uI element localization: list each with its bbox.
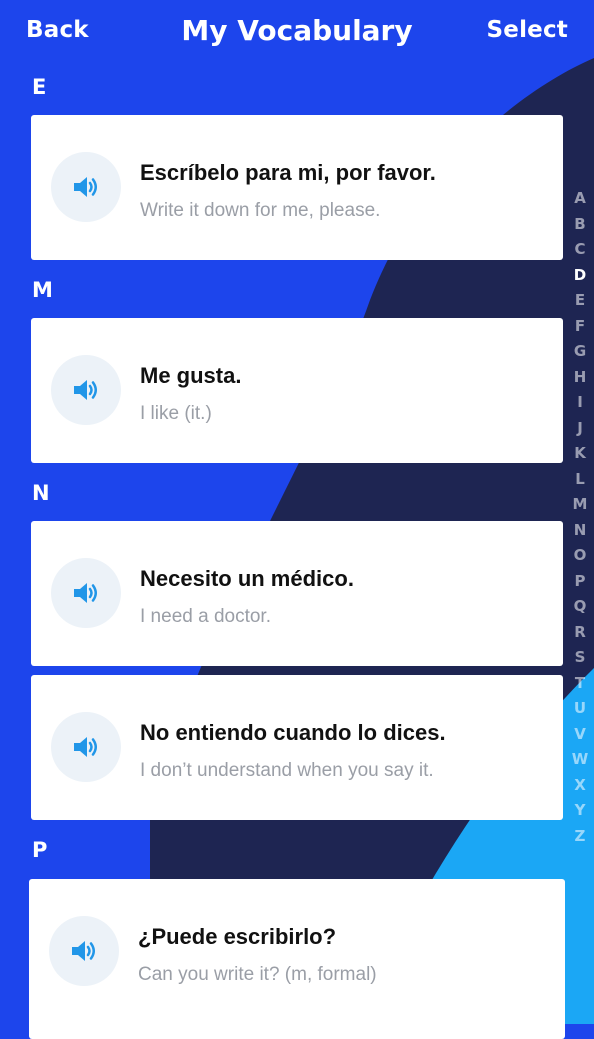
index-letter-q[interactable]: Q (566, 594, 594, 620)
vocabulary-phrase: Necesito un médico. (140, 566, 354, 591)
play-audio-button[interactable] (51, 152, 121, 222)
index-letter-x[interactable]: X (566, 773, 594, 799)
play-audio-button[interactable] (51, 558, 121, 628)
vocabulary-phrase: ¿Puede escribirlo? (138, 924, 337, 949)
vocabulary-card[interactable]: Escríbelo para mi, por favor. Write it d… (31, 115, 563, 260)
index-letter-i[interactable]: I (566, 390, 594, 416)
alphabet-index[interactable]: A B C D E F G H I J K L M N O P Q R S T … (566, 186, 594, 849)
navigation-bar: Back My Vocabulary Select (0, 0, 594, 64)
index-letter-p[interactable]: P (566, 569, 594, 595)
index-letter-c[interactable]: C (566, 237, 594, 263)
vocabulary-translation: I like (it.) (140, 403, 212, 424)
speaker-volume-icon (74, 177, 97, 197)
index-letter-u[interactable]: U (566, 696, 594, 722)
section-header-m: M (32, 278, 53, 302)
index-letter-t[interactable]: T (566, 671, 594, 697)
index-letter-n[interactable]: N (566, 518, 594, 544)
vocabulary-translation: Can you write it? (m, formal) (138, 964, 377, 985)
index-letter-v[interactable]: V (566, 722, 594, 748)
vocabulary-card[interactable]: No entiendo cuando lo dices. I don’t und… (31, 675, 563, 820)
speaker-volume-icon (74, 737, 97, 757)
vocabulary-phrase: Me gusta. (140, 363, 242, 388)
index-letter-f[interactable]: F (566, 314, 594, 340)
section-header-e: E (32, 75, 47, 99)
index-letter-r[interactable]: R (566, 620, 594, 646)
vocabulary-translation: I don’t understand when you say it. (140, 760, 434, 781)
speaker-volume-icon (72, 941, 95, 961)
index-letter-s[interactable]: S (566, 645, 594, 671)
vocabulary-translation: Write it down for me, please. (140, 200, 381, 221)
index-letter-b[interactable]: B (566, 212, 594, 238)
speaker-volume-icon (74, 380, 97, 400)
index-letter-g[interactable]: G (566, 339, 594, 365)
speaker-volume-icon (74, 583, 97, 603)
vocabulary-translation: I need a doctor. (140, 606, 271, 627)
back-button[interactable]: Back (26, 17, 89, 43)
index-letter-w[interactable]: W (566, 747, 594, 773)
index-letter-m[interactable]: M (566, 492, 594, 518)
index-letter-z[interactable]: Z (566, 824, 594, 850)
index-letter-l[interactable]: L (566, 467, 594, 493)
index-letter-d[interactable]: D (566, 263, 594, 289)
play-audio-button[interactable] (51, 712, 121, 782)
vocabulary-card[interactable]: Necesito un médico. I need a doctor. (31, 521, 563, 666)
vocabulary-card[interactable]: ¿Puede escribirlo? Can you write it? (m,… (29, 879, 565, 1039)
vocabulary-phrase: No entiendo cuando lo dices. (140, 720, 446, 745)
play-audio-button[interactable] (51, 355, 121, 425)
index-letter-k[interactable]: K (566, 441, 594, 467)
index-letter-y[interactable]: Y (566, 798, 594, 824)
section-header-p: P (32, 838, 48, 862)
index-letter-j[interactable]: J (566, 416, 594, 442)
index-letter-h[interactable]: H (566, 365, 594, 391)
vocabulary-phrase: Escríbelo para mi, por favor. (140, 160, 436, 185)
vocabulary-card[interactable]: Me gusta. I like (it.) (31, 318, 563, 463)
index-letter-a[interactable]: A (566, 186, 594, 212)
index-letter-o[interactable]: O (566, 543, 594, 569)
index-letter-e[interactable]: E (566, 288, 594, 314)
play-audio-button[interactable] (49, 916, 119, 986)
section-header-n: N (32, 481, 50, 505)
select-button[interactable]: Select (487, 17, 568, 43)
